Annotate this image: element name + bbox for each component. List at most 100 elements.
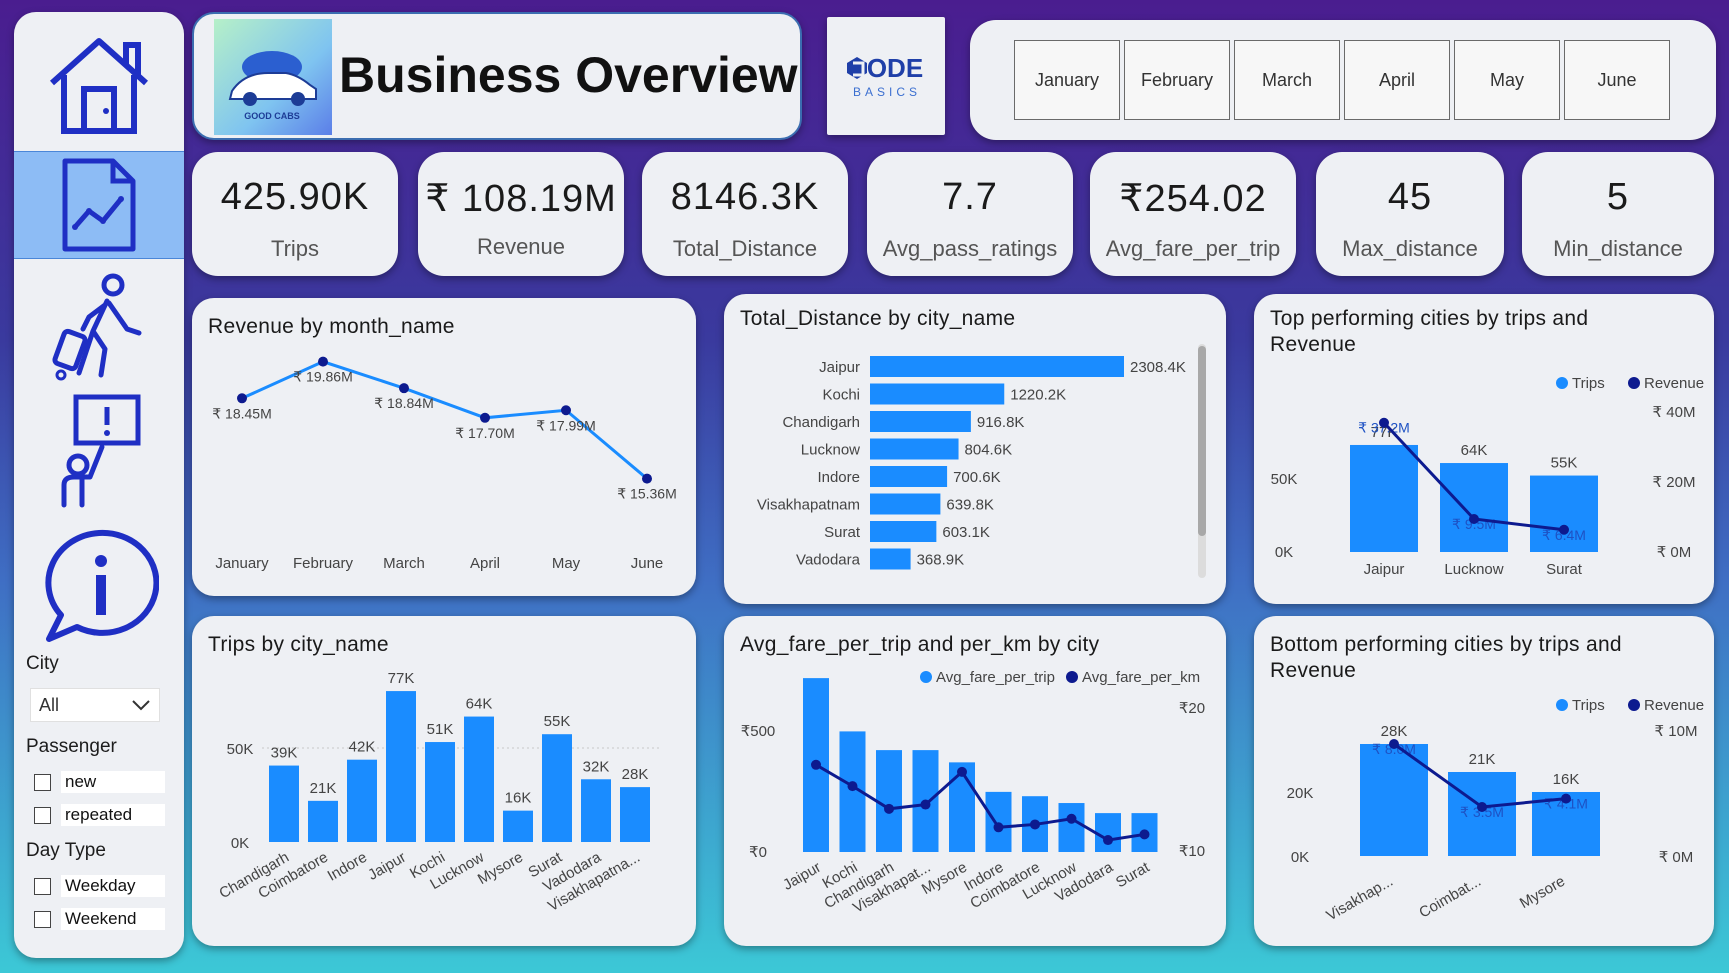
y-tick-label: 50K [227, 741, 254, 758]
data-point [1379, 417, 1389, 428]
data-label: 700.6K [953, 469, 1001, 486]
alert-nav-button[interactable] [14, 390, 184, 510]
revenue-line-chart[interactable]: ₹ 18.45M January ₹ 19.86M February ₹ 18.84M M… [192, 298, 696, 596]
y-tick-label: Visakhapatnam [757, 497, 860, 514]
kpi-label: Avg_fare_per_trip [1105, 236, 1281, 261]
data-label: ₹ 17.70M [455, 425, 515, 441]
legend-marker-fare-trip [920, 671, 932, 683]
data-label: 51K [427, 721, 454, 738]
info-icon [45, 529, 159, 642]
y-tick-label: 0K [1275, 544, 1293, 561]
month-button-may[interactable]: May [1454, 40, 1560, 120]
bar [870, 356, 1124, 377]
bar [985, 791, 1012, 852]
y-tick-label: Kochi [822, 387, 860, 404]
data-label: ₹ 18.45M [212, 405, 272, 421]
data-label: 16K [1553, 771, 1580, 788]
bar [386, 691, 416, 842]
info-nav-button[interactable] [14, 522, 184, 652]
kpi-card-total-distance: 8146.3K Total_Distance [642, 152, 848, 276]
y2-tick-label: ₹20 [1179, 700, 1205, 717]
x-tick-label: Lucknow [1444, 561, 1503, 578]
top-cities-combo-chart[interactable]: Trips Revenue50K0K₹ 40M₹ 20M₹ 0M77K₹ 37.2… [1254, 294, 1714, 604]
y-tick-label: Vadodara [796, 552, 861, 569]
month-button-june[interactable]: June [1564, 40, 1670, 120]
data-label: 64K [1461, 442, 1488, 459]
bar [870, 411, 971, 432]
alert-sign-icon [61, 394, 141, 508]
bar [1095, 813, 1121, 852]
kpi-label: Max_distance [1342, 236, 1478, 261]
x-tick-label: June [631, 555, 664, 572]
data-label: 28K [622, 766, 649, 783]
bar [870, 438, 959, 460]
bar [308, 800, 338, 842]
data-point [1139, 829, 1150, 840]
checkbox[interactable] [34, 910, 51, 928]
home-icon [50, 38, 148, 134]
kpi-card-avg-pass-ratings: 7.7 Avg_pass_ratings [867, 152, 1073, 276]
month-slicer: January February March April May June [970, 20, 1716, 140]
month-button-april[interactable]: April [1344, 40, 1450, 120]
data-label: 1220.2K [1010, 387, 1066, 404]
data-label: 32K [583, 758, 610, 775]
data-point [957, 766, 967, 777]
data-point [884, 803, 894, 814]
good-cabs-logo: GOOD CABS [214, 19, 332, 135]
data-point [318, 356, 328, 367]
data-point [480, 412, 490, 423]
bottom-cities-combo-chart[interactable]: Trips Revenue20K0K₹ 10M₹ 0M28K₹ 8.0MVisak… [1254, 616, 1714, 946]
data-label: ₹ 18.84M [374, 395, 434, 411]
kpi-value: ₹ 108.19M [425, 178, 617, 220]
data-label: 64K [466, 696, 493, 713]
data-label: 639.8K [946, 497, 994, 514]
bar [425, 742, 455, 842]
city-dropdown[interactable]: All [30, 688, 160, 722]
month-button-february[interactable]: February [1124, 40, 1230, 120]
data-point [811, 759, 821, 770]
distance-bar-chart[interactable]: Jaipur 2308.4K Kochi 1220.2K Chandigarh 916.8… [724, 294, 1226, 604]
checkbox[interactable] [34, 877, 51, 895]
legend-marker-trips [1556, 377, 1568, 389]
fare-combo-chart[interactable]: Avg_fare_per_trip Avg_fare_per_km ₹500 ₹0 ₹2… [724, 616, 1226, 946]
kpi-value: 425.90K [220, 176, 370, 218]
overview-nav-button[interactable] [14, 151, 184, 259]
bar [870, 466, 948, 487]
legend-marker-fare-km [1066, 671, 1078, 683]
data-point [1030, 819, 1040, 830]
y-tick-label: 0K [1291, 849, 1309, 866]
codebasics-logo-icon: ODE BASICS [847, 53, 923, 99]
fare-by-city-chart: Avg_fare_per_trip and per_km by city Avg… [724, 616, 1226, 946]
bar [1350, 444, 1418, 552]
data-label: 603.1K [942, 524, 990, 541]
checkbox[interactable] [34, 806, 51, 824]
kpi-card-avg-fare-per-trip: ₹254.02 Avg_fare_per_trip [1090, 152, 1296, 276]
legend-marker-trips [1556, 699, 1568, 711]
daytype-option-weekday[interactable]: Weekday [34, 874, 165, 898]
trips-bar-chart[interactable]: 50K0K39KChandigarh21KCoimbatore42KIndore… [192, 616, 696, 946]
checkbox[interactable] [34, 773, 51, 791]
bar [269, 765, 299, 842]
data-point [920, 799, 931, 810]
month-button-january[interactable]: January [1014, 40, 1120, 120]
bar [1058, 803, 1085, 852]
daytype-option-weekend[interactable]: Weekend [34, 907, 165, 931]
bar [347, 759, 377, 842]
month-button-march[interactable]: March [1234, 40, 1340, 120]
x-tick-label: January [215, 555, 269, 572]
y-tick-label: ₹0 [749, 844, 767, 861]
passenger-option-new[interactable]: new [34, 770, 165, 794]
data-point [642, 473, 652, 484]
bar [581, 779, 611, 842]
passenger-option-repeated[interactable]: repeated [34, 803, 165, 827]
y-tick-label: 20K [1287, 785, 1314, 802]
kpi-card-min-distance: 5 Min_distance [1522, 152, 1714, 276]
data-label: 42K [349, 739, 376, 756]
data-label: ₹ 19.86M [293, 369, 353, 385]
city-dropdown-value: All [39, 694, 60, 715]
logo-text-main: ODE [867, 53, 923, 83]
travel-nav-button[interactable] [14, 270, 184, 382]
home-nav-button[interactable] [14, 20, 184, 152]
y-tick-label: ₹500 [741, 723, 776, 740]
kpi-value: ₹254.02 [1119, 178, 1267, 220]
